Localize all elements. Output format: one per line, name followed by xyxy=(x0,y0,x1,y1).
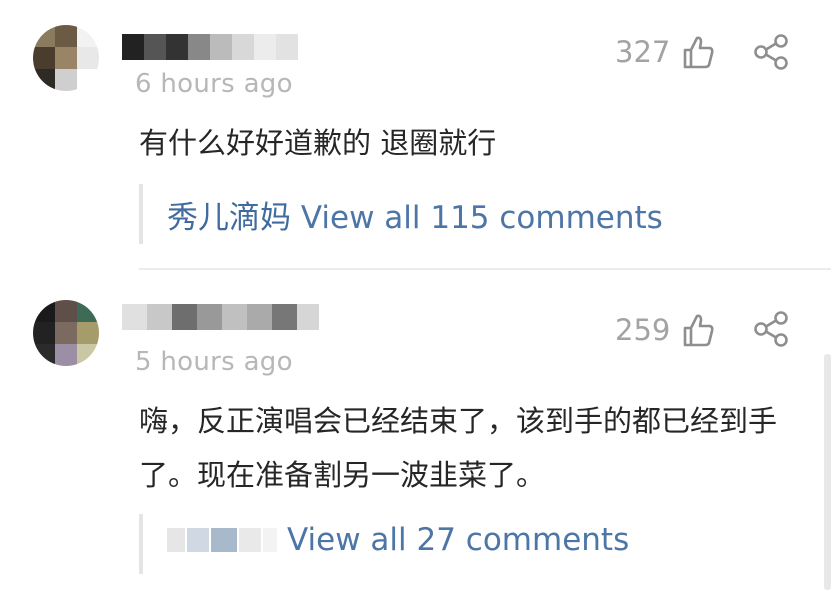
avatar[interactable] xyxy=(33,300,99,366)
comment-text: 有什么好好道歉的 退圈就行 xyxy=(139,126,497,160)
username-pixelated[interactable] xyxy=(122,34,298,60)
share-icon[interactable] xyxy=(752,310,790,348)
comment-text: 嗨，反正演唱会已经结束了，该到手的都已经到手了。现在准备割另一波韭菜了。 xyxy=(139,404,778,492)
view-all-comments-link[interactable]: View all 27 comments xyxy=(287,522,629,558)
comment-item: 5 hours ago 259 嗨，反正演唱会已经结束了，该到手的都已经到手了。… xyxy=(0,270,831,590)
avatar[interactable] xyxy=(33,25,99,91)
thumbs-up-icon[interactable] xyxy=(680,312,716,348)
view-all-comments-link[interactable]: View all 115 comments xyxy=(301,200,663,236)
like-count: 327 xyxy=(615,35,671,69)
reply-preview[interactable]: 秀儿滴妈 View all 115 comments xyxy=(139,184,803,244)
share-icon[interactable] xyxy=(752,33,790,71)
scrollbar[interactable] xyxy=(824,354,831,590)
like-count: 259 xyxy=(615,313,671,347)
reply-author[interactable]: 秀儿滴妈 xyxy=(167,200,291,236)
comment-time: 5 hours ago xyxy=(135,347,293,377)
reply-line[interactable]: View all 27 comments xyxy=(167,522,629,558)
comment-time: 6 hours ago xyxy=(135,69,293,99)
comment-item: 6 hours ago 327 有什么好好道歉的 退圈就行 秀儿滴妈 View … xyxy=(0,0,831,268)
reply-line[interactable]: 秀儿滴妈 View all 115 comments xyxy=(167,192,663,237)
username-pixelated[interactable] xyxy=(122,304,319,330)
thumbs-up-icon[interactable] xyxy=(680,34,716,70)
reply-author-pixelated[interactable] xyxy=(167,528,277,552)
reply-preview[interactable]: View all 27 comments xyxy=(139,514,803,574)
